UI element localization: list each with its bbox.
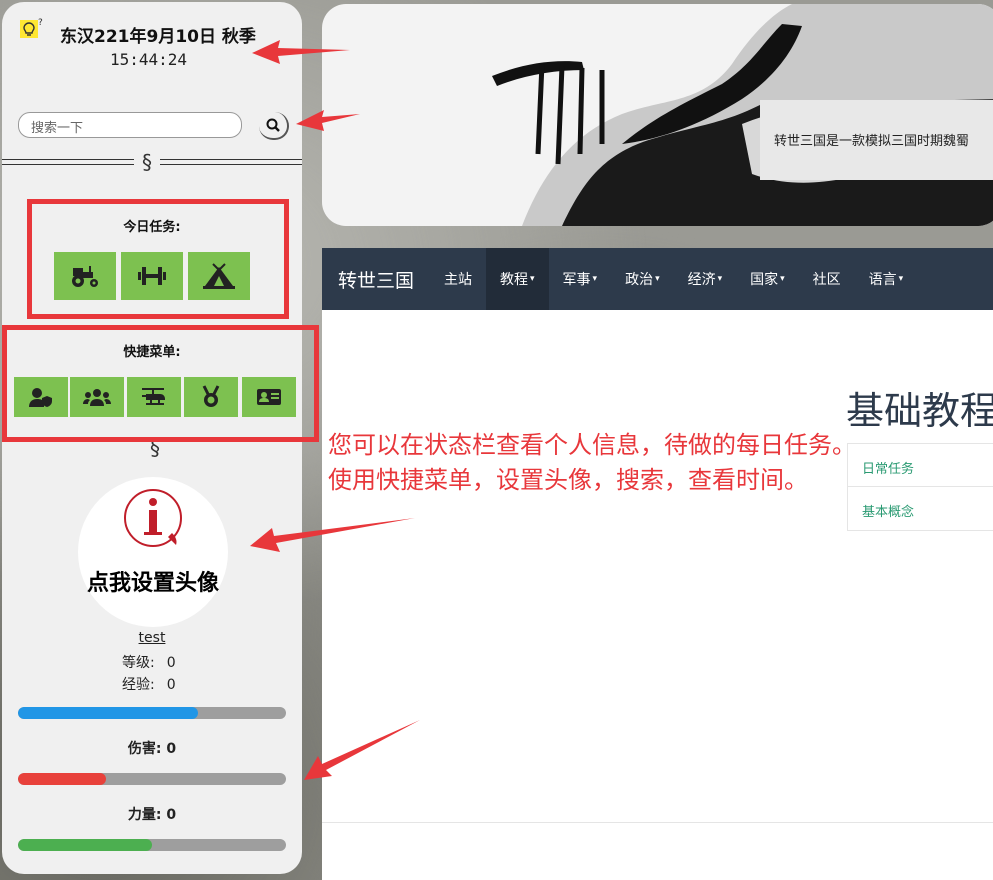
damage-label: 伤害: 0 [127,741,177,757]
exp-bar-fill [18,707,198,719]
nav-item-language[interactable]: 语言 ▾ [855,248,918,310]
search-button[interactable] [259,112,289,140]
caret-down-icon: ▾ [898,274,904,284]
level-label: 等级: [122,655,155,671]
nav-item-home[interactable]: 主站 [430,248,486,310]
exp-label: 经验: [122,677,155,693]
avatar-setup-button[interactable]: 点我设置头像 [78,477,228,627]
svg-text:?: ? [38,18,43,28]
damage-bar-fill [18,773,107,785]
hero-caption: 转世三国是一款模拟三国时期魏蜀 [760,100,993,180]
side-list-item-daily-tasks[interactable]: 日常任务 [848,444,993,487]
nav-item-country[interactable]: 国家 ▾ [736,248,799,310]
caret-down-icon: ▾ [530,274,535,284]
username-link[interactable]: test [2,630,302,646]
main-navbar: 转世三国 主站 教程 ▾ 军事 ▾ 政治 ▾ 经济 ▾ 国家 ▾ 社区 语言 ▾ [322,248,993,310]
strength-bar [18,839,286,851]
avatar-label: 点我设置头像 [86,571,219,596]
nav-item-economy[interactable]: 经济 ▾ [674,248,737,310]
nav-brand[interactable]: 转世三国 [322,248,430,310]
caret-down-icon: ▾ [717,274,723,284]
side-list-item-basic-concepts[interactable]: 基本概念 [848,487,993,530]
damage-bar [18,773,286,785]
level-value: 0 [166,655,176,671]
caret-down-icon: ▾ [780,274,785,284]
game-time: 15:44:24 [110,50,188,69]
strength-bar-fill [18,839,152,851]
exp-bar [18,707,286,719]
strength-label: 力量: 0 [127,807,177,823]
nav-item-tutorial[interactable]: 教程 ▾ [486,248,549,310]
search-icon [266,118,280,132]
nav-item-politics[interactable]: 政治 ▾ [611,248,674,310]
game-date: 东汉221年9月10日 秋季 [60,27,256,47]
lightbulb-icon[interactable]: ? [18,16,44,40]
level-stat: 等级: 0 [122,652,176,672]
exp-stat: 经验: 0 [122,674,176,694]
info-icon [124,489,182,547]
hero-banner: 转世三国是一款模拟三国时期魏蜀 [322,4,993,226]
nav-item-community[interactable]: 社区 [799,248,855,310]
quick-menu-highlight-box [2,325,319,442]
tutorial-side-list: 日常任务 基本概念 [847,443,993,531]
caret-down-icon: ▾ [655,274,660,284]
annotation-line-2: 使用快捷菜单，设置头像，搜索，查看时间。 [328,466,808,494]
section-symbol: § [134,150,160,174]
nav-item-military[interactable]: 军事 ▾ [549,248,612,310]
page-title: 基础教程 [846,389,993,433]
content-area: 基础教程 日常任务 基本概念 [322,310,993,880]
search-input[interactable]: 搜索一下 [18,112,242,138]
caret-down-icon: ▾ [592,274,598,284]
annotation-line-1: 您可以在状态栏查看个人信息，待做的每日任务。 [328,431,856,459]
content-divider [322,822,993,823]
tasks-highlight-box [27,199,289,319]
exp-value: 0 [166,677,176,693]
